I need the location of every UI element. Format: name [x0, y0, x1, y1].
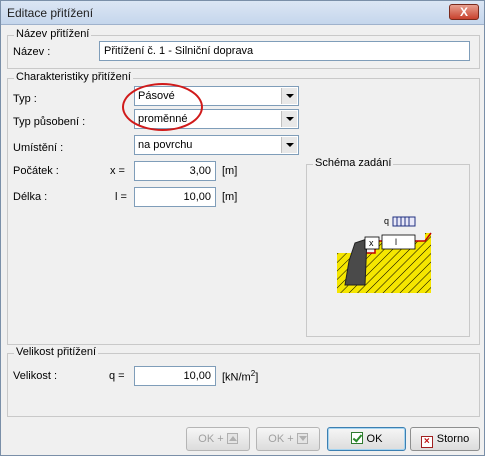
chevron-down-icon[interactable] [281, 137, 297, 153]
magnitude-unit: [kN/m2] [222, 369, 258, 384]
window-title: Editace přitížení [7, 6, 94, 20]
magnitude-label: Velikost : [13, 370, 58, 382]
start-unit: [m] [222, 165, 238, 177]
scheme-q-label: q [384, 216, 389, 226]
placement-select-value: na povrchu [138, 139, 193, 151]
highlight-ellipse [122, 83, 203, 131]
magnitude-unit-close: ] [255, 371, 259, 384]
chevron-down-icon[interactable] [281, 111, 297, 127]
length-label: Délka : [13, 191, 48, 203]
magnitude-group-legend: Velikost přitížení [14, 346, 99, 358]
dialog-window: Editace přitížení X Název přitížení Náze… [0, 0, 485, 456]
title-bar[interactable]: Editace přitížení X [1, 1, 484, 25]
load-block-icon [392, 216, 416, 227]
ok-add-next-label: OK + [268, 433, 294, 445]
start-label: Počátek : [13, 165, 59, 177]
placement-select[interactable]: na povrchu [134, 135, 299, 155]
action-type-label: Typ působení : [13, 116, 86, 128]
cancel-label: Storno [436, 433, 470, 445]
checkmark-icon [350, 432, 363, 444]
length-symbol: l = [115, 191, 127, 203]
name-label: Název : [13, 46, 51, 58]
ok-label: OK [366, 433, 383, 445]
close-button[interactable]: X [449, 4, 479, 20]
cancel-icon: × [420, 436, 433, 448]
arrow-down-icon [296, 433, 308, 444]
type-label: Typ : [13, 93, 37, 105]
magnitude-group: Velikost přitížení [7, 346, 480, 417]
cancel-button[interactable]: × Storno [410, 427, 480, 451]
start-input[interactable]: 3,00 [134, 161, 216, 181]
ok-add-previous-label: OK + [198, 433, 224, 445]
name-input[interactable]: Přitížení č. 1 - Silniční doprava [99, 41, 470, 61]
scheme-diagram: x l q [337, 216, 432, 293]
ok-button[interactable]: OK [327, 427, 406, 451]
scheme-panel: Schéma zadání x l q [306, 157, 470, 337]
placement-label: Umístění : [13, 142, 64, 154]
scheme-x-label: x [369, 238, 374, 248]
name-group-legend: Název přitížení [14, 28, 92, 40]
l-box [381, 234, 416, 250]
scheme-l-label: l [395, 237, 397, 247]
magnitude-symbol: q = [109, 370, 125, 382]
ok-add-previous-button[interactable]: OK + [186, 427, 250, 451]
length-input[interactable]: 10,00 [134, 187, 216, 207]
magnitude-unit-base: [kN/m [222, 371, 251, 384]
magnitude-input[interactable]: 10,00 [134, 366, 216, 386]
length-unit: [m] [222, 191, 238, 203]
ok-add-next-button[interactable]: OK + [256, 427, 320, 451]
chevron-down-icon[interactable] [281, 88, 297, 104]
start-symbol: x = [110, 165, 125, 177]
arrow-up-icon [226, 433, 238, 444]
characteristics-group-legend: Charakteristiky přitížení [14, 71, 133, 83]
